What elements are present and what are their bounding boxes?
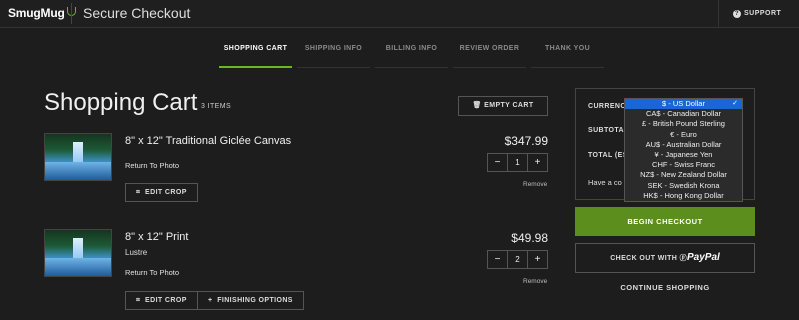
item-thumbnail[interactable] <box>44 133 112 181</box>
quantity-stepper: − 1 + <box>487 153 548 172</box>
crop-icon: ⌗ <box>136 189 141 196</box>
subtotal-label: SUBTOTAL <box>588 127 629 134</box>
item-thumbnail[interactable] <box>44 229 112 277</box>
coupon-prompt[interactable]: Have a co <box>588 178 622 187</box>
divider <box>71 3 72 24</box>
continue-shopping-link[interactable]: CONTINUE SHOPPING <box>575 283 755 292</box>
return-to-photo-link[interactable]: Return To Photo <box>125 268 179 277</box>
step-thank-you: THANK YOU <box>531 45 604 68</box>
decrement-button[interactable]: − <box>488 154 507 171</box>
step-shopping-cart[interactable]: SHOPPING CART <box>219 45 292 68</box>
finishing-options-button[interactable]: + FINISHING OPTIONS <box>197 291 304 310</box>
increment-button[interactable]: + <box>528 154 547 171</box>
checkout-steps: SHOPPING CART SHIPPING INFO BILLING INFO… <box>219 45 609 68</box>
item-name: 8" x 12" Traditional Giclée Canvas <box>125 135 292 147</box>
water-image <box>45 258 111 276</box>
item-finish: Lustre <box>125 248 148 257</box>
page-header-title: Secure Checkout <box>83 5 191 21</box>
increment-button[interactable]: + <box>528 251 547 268</box>
total-label: TOTAL (ES <box>588 152 628 159</box>
page-title: Shopping Cart <box>44 89 198 116</box>
currency-option[interactable]: HK$ - Hong Kong Dollar <box>625 191 742 201</box>
water-image <box>45 162 111 180</box>
support-button[interactable]: ? SUPPORT <box>718 0 799 28</box>
empty-cart-button[interactable]: 🗑 EMPTY CART <box>458 96 548 116</box>
item-price: $347.99 <box>504 134 548 148</box>
quantity-value[interactable]: 1 <box>507 154 528 171</box>
currency-dropdown[interactable]: $ - US Dollar CA$ - Canadian Dollar £ - … <box>624 98 743 202</box>
currency-option[interactable]: ¥ - Japanese Yen <box>625 150 742 160</box>
currency-option[interactable]: $ - US Dollar <box>625 99 742 109</box>
currency-option[interactable]: AU$ - Australian Dollar <box>625 140 742 150</box>
plus-icon: + <box>208 297 213 304</box>
trash-icon: 🗑 <box>472 102 482 109</box>
item-count: 3 ITEMS <box>201 103 232 110</box>
currency-option[interactable]: SEK - Swedish Krona <box>625 181 742 191</box>
begin-checkout-button[interactable]: BEGIN CHECKOUT <box>575 207 755 236</box>
edit-crop-button[interactable]: ⌗ EDIT CROP <box>125 291 198 310</box>
currency-option[interactable]: CA$ - Canadian Dollar <box>625 109 742 119</box>
top-bar: SmugMug Secure Checkout ? SUPPORT <box>0 0 799 28</box>
currency-option[interactable]: NZ$ - New Zealand Dollar <box>625 170 742 180</box>
currency-option[interactable]: £ - British Pound Sterling <box>625 119 742 129</box>
currency-option[interactable]: € - Euro <box>625 130 742 140</box>
decrement-button[interactable]: − <box>488 251 507 268</box>
paypal-icon: ⓟ <box>679 255 687 262</box>
currency-option[interactable]: CHF - Swiss Franc <box>625 160 742 170</box>
quantity-value[interactable]: 2 <box>507 251 528 268</box>
item-price: $49.98 <box>511 231 548 245</box>
item-name: 8" x 12" Print <box>125 231 189 243</box>
step-billing-info: BILLING INFO <box>375 45 448 68</box>
waterfall-image <box>73 238 83 260</box>
edit-crop-button[interactable]: ⌗ EDIT CROP <box>125 183 198 202</box>
step-shipping-info: SHIPPING INFO <box>297 45 370 68</box>
remove-link[interactable]: Remove <box>523 278 547 285</box>
paypal-checkout-button[interactable]: CHECK OUT WITH ⓟPayPal <box>575 243 755 273</box>
smugmug-logo[interactable]: SmugMug <box>8 6 76 20</box>
help-icon: ? <box>733 10 741 18</box>
remove-link[interactable]: Remove <box>523 181 547 188</box>
crop-icon: ⌗ <box>136 297 141 304</box>
waterfall-image <box>73 142 83 164</box>
step-review-order: REVIEW ORDER <box>453 45 526 68</box>
quantity-stepper: − 2 + <box>487 250 548 269</box>
return-to-photo-link[interactable]: Return To Photo <box>125 161 179 170</box>
